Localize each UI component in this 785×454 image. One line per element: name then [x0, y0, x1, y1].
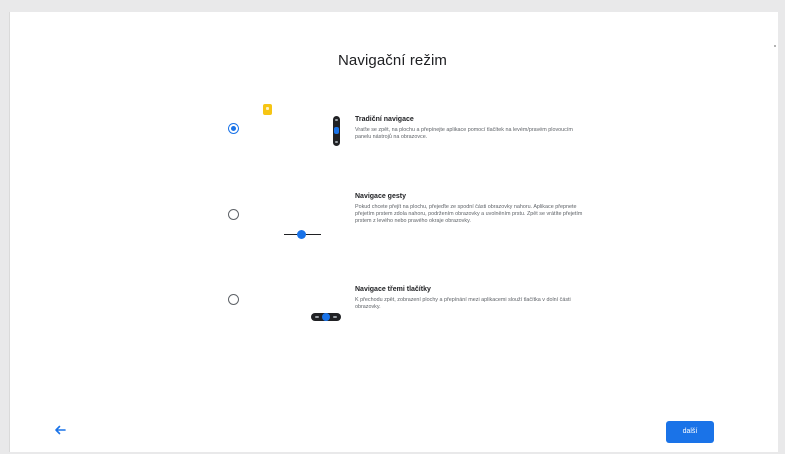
radio-three-button-navigation[interactable]: [228, 294, 239, 305]
gesture-touch-icon: [297, 230, 306, 239]
radio-gesture-navigation[interactable]: [228, 209, 239, 220]
arrow-left-icon: [55, 425, 66, 435]
next-button[interactable]: další: [666, 421, 714, 443]
setup-screen: [9, 12, 778, 452]
back-button[interactable]: [53, 423, 69, 437]
option-three-button-description: K přechodu zpět, zobrazení plochy a přep…: [355, 297, 571, 310]
nav-recents-tick: [333, 316, 337, 318]
option-gesture-description: Pokud chcete přejít na plochu, přejeďte …: [355, 204, 583, 224]
three-button-bar-icon: [311, 313, 341, 321]
option-traditional-title: Tradiční navigace: [355, 116, 414, 123]
nav-home-dot: [322, 313, 330, 321]
nav-back-tick: [315, 316, 319, 318]
option-traditional-description: Vraťte se zpět, na plochu a přepínejte a…: [355, 127, 573, 140]
page-title: Navigační režim: [337, 52, 448, 69]
floating-toolbar-icon: [333, 116, 340, 146]
toolbar-active-dot: [334, 127, 339, 134]
toolbar-home-tick: [335, 119, 338, 121]
floating-note-icon: [263, 104, 272, 115]
status-dot: [774, 45, 776, 47]
option-gesture-title: Navigace gesty: [355, 193, 406, 200]
radio-traditional-navigation[interactable]: [228, 123, 239, 134]
toolbar-back-tick: [335, 141, 338, 143]
option-three-button-title: Navigace třemi tlačítky: [355, 286, 431, 293]
